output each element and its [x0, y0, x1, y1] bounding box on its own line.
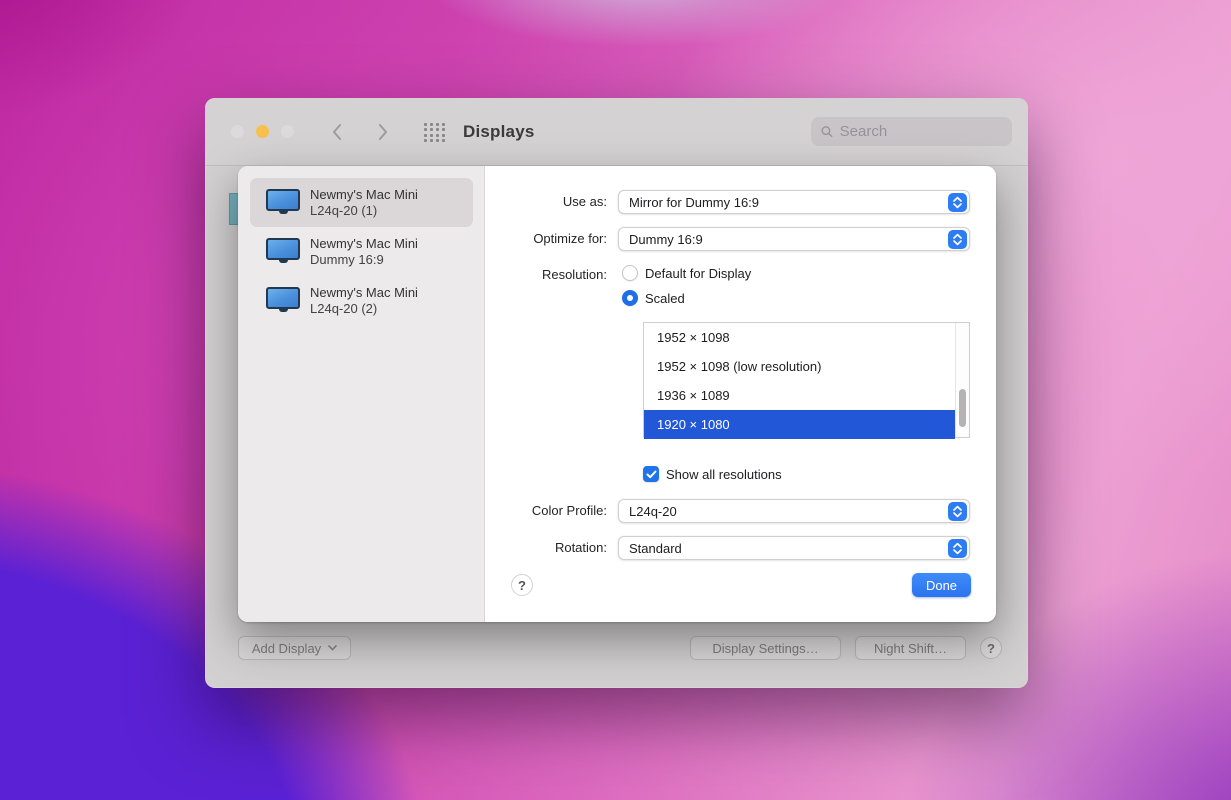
use-as-value: Mirror for Dummy 16:9	[629, 194, 760, 210]
search-input[interactable]	[839, 123, 1002, 140]
display-name: Newmy's Mac Mini	[310, 284, 418, 300]
optimize-for-value: Dummy 16:9	[629, 231, 703, 247]
display-detail: Dummy 16:9	[310, 251, 384, 267]
scrollbar-thumb[interactable]	[959, 389, 967, 427]
night-shift-button[interactable]: Night Shift…	[855, 636, 966, 660]
checkbox-checked-icon	[643, 466, 659, 482]
resolution-default-option[interactable]: Default for Display	[622, 264, 751, 282]
show-all-resolutions-label: Show all resolutions	[666, 466, 782, 482]
show-all-grid-icon[interactable]	[424, 123, 446, 142]
nav-buttons	[329, 120, 390, 144]
color-profile-label: Color Profile:	[531, 503, 607, 518]
add-display-label: Add Display	[251, 640, 322, 656]
display-detail: L24q-20 (1)	[310, 202, 378, 218]
zoom-button[interactable]	[281, 125, 294, 138]
popup-stepper-icon	[948, 502, 967, 521]
popup-stepper-icon	[948, 193, 967, 212]
window-title: Displays	[463, 122, 535, 141]
resolution-list: 1952 × 1098 1952 × 1098 (low resolution)…	[643, 322, 970, 439]
forward-icon[interactable]	[376, 122, 390, 142]
color-profile-popup[interactable]: L24q-20	[618, 499, 970, 523]
resolution-list-scrollbar[interactable]	[955, 323, 969, 437]
back-icon[interactable]	[329, 122, 343, 142]
resolution-scaled-label: Scaled	[645, 290, 685, 306]
resolution-default-label: Default for Display	[645, 265, 752, 281]
rotation-label: Rotation:	[554, 540, 607, 555]
close-button[interactable]	[231, 125, 244, 138]
sidebar-item-l24q-20-2[interactable]: Newmy's Mac Mini L24q-20 (2)	[250, 276, 473, 325]
resolution-option[interactable]: 1952 × 1098	[644, 323, 955, 352]
search-field[interactable]	[811, 117, 1012, 146]
window-help-button[interactable]: ?	[980, 637, 1002, 659]
traffic-lights	[231, 125, 294, 138]
display-settings-pane: Use as: Mirror for Dummy 16:9 Optimize f…	[485, 166, 996, 622]
display-settings-sheet: Newmy's Mac Mini L24q-20 (1) Newmy's Mac…	[238, 166, 996, 622]
display-name: Newmy's Mac Mini	[310, 186, 418, 202]
minimize-button[interactable]	[256, 125, 269, 138]
monitor-icon	[266, 238, 300, 265]
rotation-value: Standard	[629, 540, 682, 556]
chevron-down-icon	[328, 645, 337, 651]
color-profile-value: L24q-20	[629, 503, 677, 519]
displays-window: Displays Add Display Display Settings… N…	[205, 98, 1028, 688]
search-icon	[821, 126, 833, 138]
display-detail: L24q-20 (2)	[310, 300, 378, 316]
radio-on-icon	[622, 290, 638, 306]
optimize-for-label: Optimize for:	[533, 231, 607, 246]
display-list-sidebar: Newmy's Mac Mini L24q-20 (1) Newmy's Mac…	[238, 166, 485, 622]
resolution-option[interactable]: 1936 × 1089	[644, 381, 955, 410]
popup-stepper-icon	[948, 230, 967, 249]
radio-off-icon	[622, 265, 638, 281]
use-as-label: Use as:	[562, 194, 607, 209]
done-button[interactable]: Done	[912, 573, 971, 597]
popup-stepper-icon	[948, 539, 967, 558]
window-bottom-bar: Add Display Display Settings… Night Shif…	[205, 636, 1028, 661]
sheet-help-button[interactable]: ?	[511, 574, 533, 596]
monitor-icon	[266, 189, 300, 216]
display-name: Newmy's Mac Mini	[310, 235, 418, 251]
titlebar: Displays	[205, 98, 1028, 166]
resolution-label: Resolution:	[541, 267, 607, 282]
show-all-resolutions-option[interactable]: Show all resolutions	[643, 466, 782, 482]
resolution-option-selected[interactable]: 1920 × 1080	[644, 410, 956, 439]
add-display-button[interactable]: Add Display	[238, 636, 351, 660]
sidebar-item-l24q-20-1[interactable]: Newmy's Mac Mini L24q-20 (1)	[250, 178, 473, 227]
optimize-for-popup[interactable]: Dummy 16:9	[618, 227, 970, 251]
use-as-popup[interactable]: Mirror for Dummy 16:9	[618, 190, 970, 214]
sidebar-item-dummy-16-9[interactable]: Newmy's Mac Mini Dummy 16:9	[250, 227, 473, 276]
display-settings-button[interactable]: Display Settings…	[690, 636, 841, 660]
resolution-option[interactable]: 1952 × 1098 (low resolution)	[644, 352, 955, 381]
resolution-scaled-option[interactable]: Scaled	[622, 289, 685, 307]
monitor-icon	[266, 287, 300, 314]
rotation-popup[interactable]: Standard	[618, 536, 970, 560]
